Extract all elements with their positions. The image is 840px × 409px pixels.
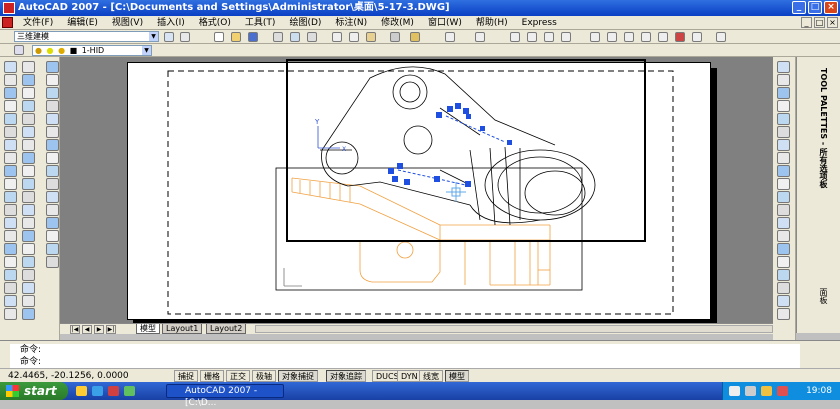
selection-grips[interactable]: [388, 103, 512, 187]
svg-text:X: X: [342, 146, 346, 153]
modify-tool-icon[interactable]: [777, 282, 790, 294]
tab-layout1[interactable]: Layout1: [162, 324, 203, 334]
horizontal-scrollbar[interactable]: [255, 325, 773, 333]
start-label: start: [24, 384, 57, 398]
modify-tool-icon[interactable]: [777, 308, 790, 320]
command-input[interactable]: 命令:: [10, 356, 800, 368]
quicklaunch-app-icon[interactable]: [124, 386, 135, 396]
modify-tool-icon[interactable]: [777, 74, 790, 86]
start-button[interactable]: start: [0, 382, 68, 400]
model-button[interactable]: 模型: [445, 370, 469, 382]
lower-viewport[interactable]: [275, 167, 583, 291]
taskbar-autocad-task[interactable]: AutoCAD 2007 - [C:\D...: [166, 384, 284, 408]
tab-layout2[interactable]: Layout2: [206, 324, 247, 334]
right-toolbar: [773, 57, 796, 340]
tray-icon[interactable]: [777, 386, 788, 396]
system-tray: 19:08: [722, 382, 840, 400]
svg-text:Y: Y: [314, 118, 320, 126]
osnap-button[interactable]: 对象捕捉: [278, 370, 318, 382]
task-label: AutoCAD 2007 - [C:\D...: [185, 386, 258, 408]
modify-tool-icon[interactable]: [777, 204, 790, 216]
last-tab-icon[interactable]: ▶|: [106, 325, 116, 334]
clock: 19:08: [806, 386, 832, 396]
modify-tool-icon[interactable]: [777, 126, 790, 138]
windows-taskbar: start AutoCAD 2007 - [C:\D... 19:08: [0, 382, 840, 408]
quicklaunch-ie-icon[interactable]: [92, 386, 103, 396]
modify-tool-icon[interactable]: [777, 230, 790, 242]
modify-tool-icon[interactable]: [777, 256, 790, 268]
prev-tab-icon[interactable]: ◀: [82, 325, 92, 334]
tray-icon[interactable]: [745, 386, 756, 396]
first-tab-icon[interactable]: |◀: [70, 325, 80, 334]
black-3d-part: [320, 66, 596, 226]
lineweight-button[interactable]: 线宽: [419, 370, 443, 382]
dyn-button[interactable]: DYN: [397, 370, 422, 382]
tray-icon[interactable]: [761, 386, 772, 396]
snap-button[interactable]: 捕捉: [174, 370, 198, 382]
modify-tool-icon[interactable]: [777, 191, 790, 203]
active-viewport-border[interactable]: [286, 59, 646, 242]
modify-tool-icon[interactable]: [777, 269, 790, 281]
polar-button[interactable]: 极轴: [252, 370, 276, 382]
orange-hidden-view: [291, 177, 551, 286]
modify-tool-icon[interactable]: [777, 139, 790, 151]
tool-palette-title: TOOL PALETTES - 所有选项板: [819, 68, 828, 189]
modify-tool-icon[interactable]: [777, 152, 790, 164]
tab-model[interactable]: 模型: [136, 324, 160, 334]
status-bar: 42.4465, -20.1256, 0.0000 捕捉 栅格 正交 极轴 对象…: [0, 368, 840, 382]
modify-tool-icon[interactable]: [777, 217, 790, 229]
modify-tool-icon[interactable]: [777, 178, 790, 190]
quicklaunch-app-icon[interactable]: [108, 386, 119, 396]
modify-tool-icon[interactable]: [777, 61, 790, 73]
tray-icon[interactable]: [729, 386, 740, 396]
quicklaunch-folder-icon[interactable]: [76, 386, 87, 396]
crosshair-cursor: [446, 182, 466, 202]
grid-button[interactable]: 栅格: [200, 370, 224, 382]
modify-tool-icon[interactable]: [777, 100, 790, 112]
otrack-button[interactable]: 对象追踪: [326, 370, 366, 382]
windows-logo-icon: [6, 385, 19, 397]
command-history-line: 命令:: [10, 344, 800, 356]
next-tab-icon[interactable]: ▶: [94, 325, 104, 334]
ortho-button[interactable]: 正交: [226, 370, 250, 382]
tool-palette-tab[interactable]: 面板: [818, 288, 829, 304]
command-window: 命令: 命令:: [0, 340, 840, 368]
modify-tool-icon[interactable]: [777, 243, 790, 255]
modify-tool-icon[interactable]: [777, 295, 790, 307]
modify-tool-icon[interactable]: [777, 87, 790, 99]
coordinate-readout[interactable]: 42.4465, -20.1256, 0.0000: [8, 371, 168, 381]
modify-tool-icon[interactable]: [777, 165, 790, 177]
modify-tool-icon[interactable]: [777, 113, 790, 125]
selection-highlight: [445, 115, 506, 143]
